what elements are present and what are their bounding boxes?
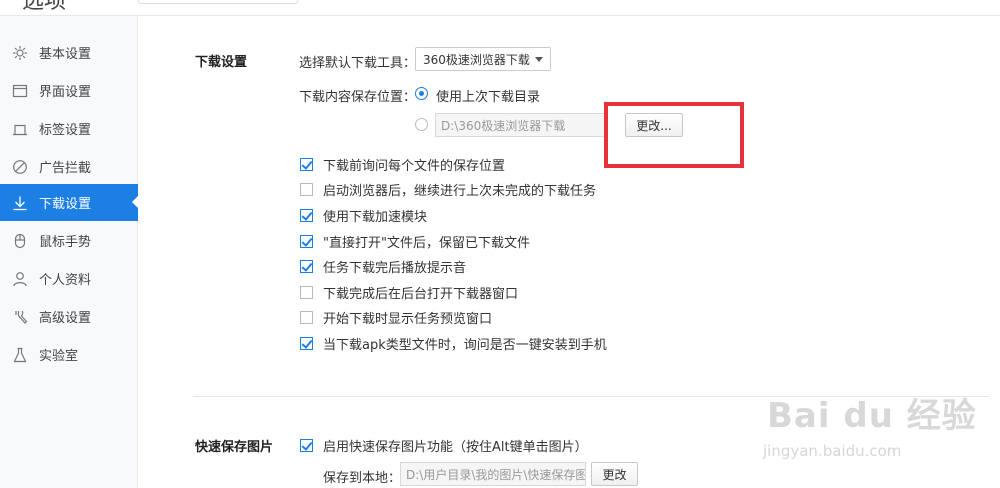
annotation-highlight-box (604, 102, 744, 168)
radio-last-dir[interactable] (415, 87, 428, 100)
window-icon (11, 82, 29, 100)
download-path-field[interactable]: D:\360极速浏览器下载 (435, 113, 607, 137)
checkbox[interactable] (300, 286, 313, 299)
download-tool-select[interactable]: 360极速浏览器下载 (415, 47, 551, 71)
sidebar-item-label: 高级设置 (39, 311, 92, 326)
checkbox[interactable] (300, 260, 313, 273)
radio-custom-dir[interactable] (415, 118, 428, 131)
download-tool-value: 360极速浏览器下载 (423, 52, 530, 67)
sidebar-item-label: 鼠标手势 (39, 235, 92, 250)
sidebar-item-gestures[interactable]: 鼠标手势 (0, 222, 138, 259)
sidebar-item-lab[interactable]: 实验室 (0, 336, 138, 373)
quick-save-path-field[interactable]: D:\用户目录\我的图片\快速保存图 (400, 462, 586, 486)
quick-save-section-title: 快速保存图片 (195, 440, 274, 455)
checkbox[interactable] (300, 235, 313, 248)
checkbox[interactable] (300, 158, 313, 171)
option-resume-tasks[interactable]: 启动浏览器后，继续进行上次未完成的下载任务 (300, 180, 596, 199)
mouse-icon (11, 232, 29, 250)
gear-icon (11, 44, 29, 62)
download-icon (11, 194, 29, 212)
checkbox[interactable] (300, 337, 313, 350)
sidebar: 基本设置 界面设置 标签设置 广告拦截 下载设置 鼠标手势 个人资料 高级设置 … (0, 16, 139, 488)
option-keep-opened[interactable]: "直接打开"文件后，保留已下载文件 (300, 232, 530, 251)
sidebar-item-label: 标签设置 (39, 123, 92, 138)
checkbox[interactable] (300, 311, 313, 324)
sidebar-item-adblock[interactable]: 广告拦截 (0, 148, 138, 185)
option-label: 启用快速保存图片功能（按住Alt键单击图片） (323, 440, 588, 455)
sidebar-item-label: 广告拦截 (39, 161, 92, 176)
option-apk-install[interactable]: 当下载apk类型文件时，询问是否一键安装到手机 (300, 334, 607, 353)
tab-icon (11, 120, 29, 138)
option-accelerate[interactable]: 使用下载加速模块 (300, 206, 427, 225)
option-label: 使用下载加速模块 (323, 210, 428, 225)
chevron-down-icon (535, 57, 543, 62)
baidu-jingyan-watermark: Bai du 经验 jingyan.baidu.com (755, 378, 995, 468)
sidebar-item-tabs[interactable]: 标签设置 (0, 110, 138, 147)
default-tool-label: 选择默认下载工具： (299, 56, 417, 71)
option-open-background[interactable]: 下载完成后在后台打开下载器窗口 (300, 283, 518, 302)
checkbox[interactable] (300, 209, 313, 222)
option-label: 启动浏览器后，继续进行上次未完成的下载任务 (323, 184, 597, 199)
sidebar-item-label: 界面设置 (39, 85, 92, 100)
sidebar-item-download[interactable]: 下载设置 (0, 184, 139, 221)
user-icon (11, 270, 29, 288)
quick-save-change-button[interactable]: 更改 (591, 462, 638, 486)
sidebar-item-interface[interactable]: 界面设置 (0, 72, 138, 109)
sidebar-item-label: 基本设置 (39, 47, 92, 62)
option-ask-location[interactable]: 下载前询问每个文件的保存位置 (300, 155, 505, 174)
option-preview-window[interactable]: 开始下载时显示任务预览窗口 (300, 308, 492, 327)
window-title: 选项 (22, 0, 67, 14)
option-label: 下载完成后在后台打开下载器窗口 (323, 287, 519, 302)
save-location-label: 下载内容保存位置： (299, 90, 417, 105)
watermark-logo-text: Bai du 经验 (767, 396, 977, 436)
checkbox[interactable] (300, 183, 313, 196)
option-label: 下载前询问每个文件的保存位置 (323, 159, 506, 174)
sidebar-item-profile[interactable]: 个人资料 (0, 260, 138, 297)
search-input[interactable] (138, 0, 298, 4)
sidebar-item-label: 实验室 (39, 349, 79, 364)
option-play-sound[interactable]: 任务下载完后播放提示音 (300, 257, 466, 276)
title-bar: 选项 (0, 0, 1000, 16)
sidebar-item-advanced[interactable]: 高级设置 (0, 298, 138, 335)
save-local-label: 保存到本地： (323, 471, 402, 486)
sidebar-item-label: 个人资料 (39, 273, 92, 288)
option-quick-save[interactable]: 启用快速保存图片功能（按住Alt键单击图片） (300, 436, 588, 455)
radio-last-dir-label: 使用上次下载目录 (436, 90, 541, 105)
watermark-url: jingyan.baidu.com (763, 442, 902, 460)
checkbox[interactable] (300, 439, 313, 452)
block-icon (11, 158, 29, 176)
option-label: 开始下载时显示任务预览窗口 (323, 312, 493, 327)
option-label: 当下载apk类型文件时，询问是否一键安装到手机 (323, 338, 607, 353)
option-label: "直接打开"文件后，保留已下载文件 (323, 236, 530, 251)
download-section-title: 下载设置 (195, 55, 248, 70)
option-label: 任务下载完后播放提示音 (323, 261, 467, 276)
wrench-icon (11, 308, 29, 326)
flask-icon (11, 346, 29, 364)
sidebar-item-basic[interactable]: 基本设置 (0, 34, 138, 71)
sidebar-item-label: 下载设置 (39, 197, 92, 212)
